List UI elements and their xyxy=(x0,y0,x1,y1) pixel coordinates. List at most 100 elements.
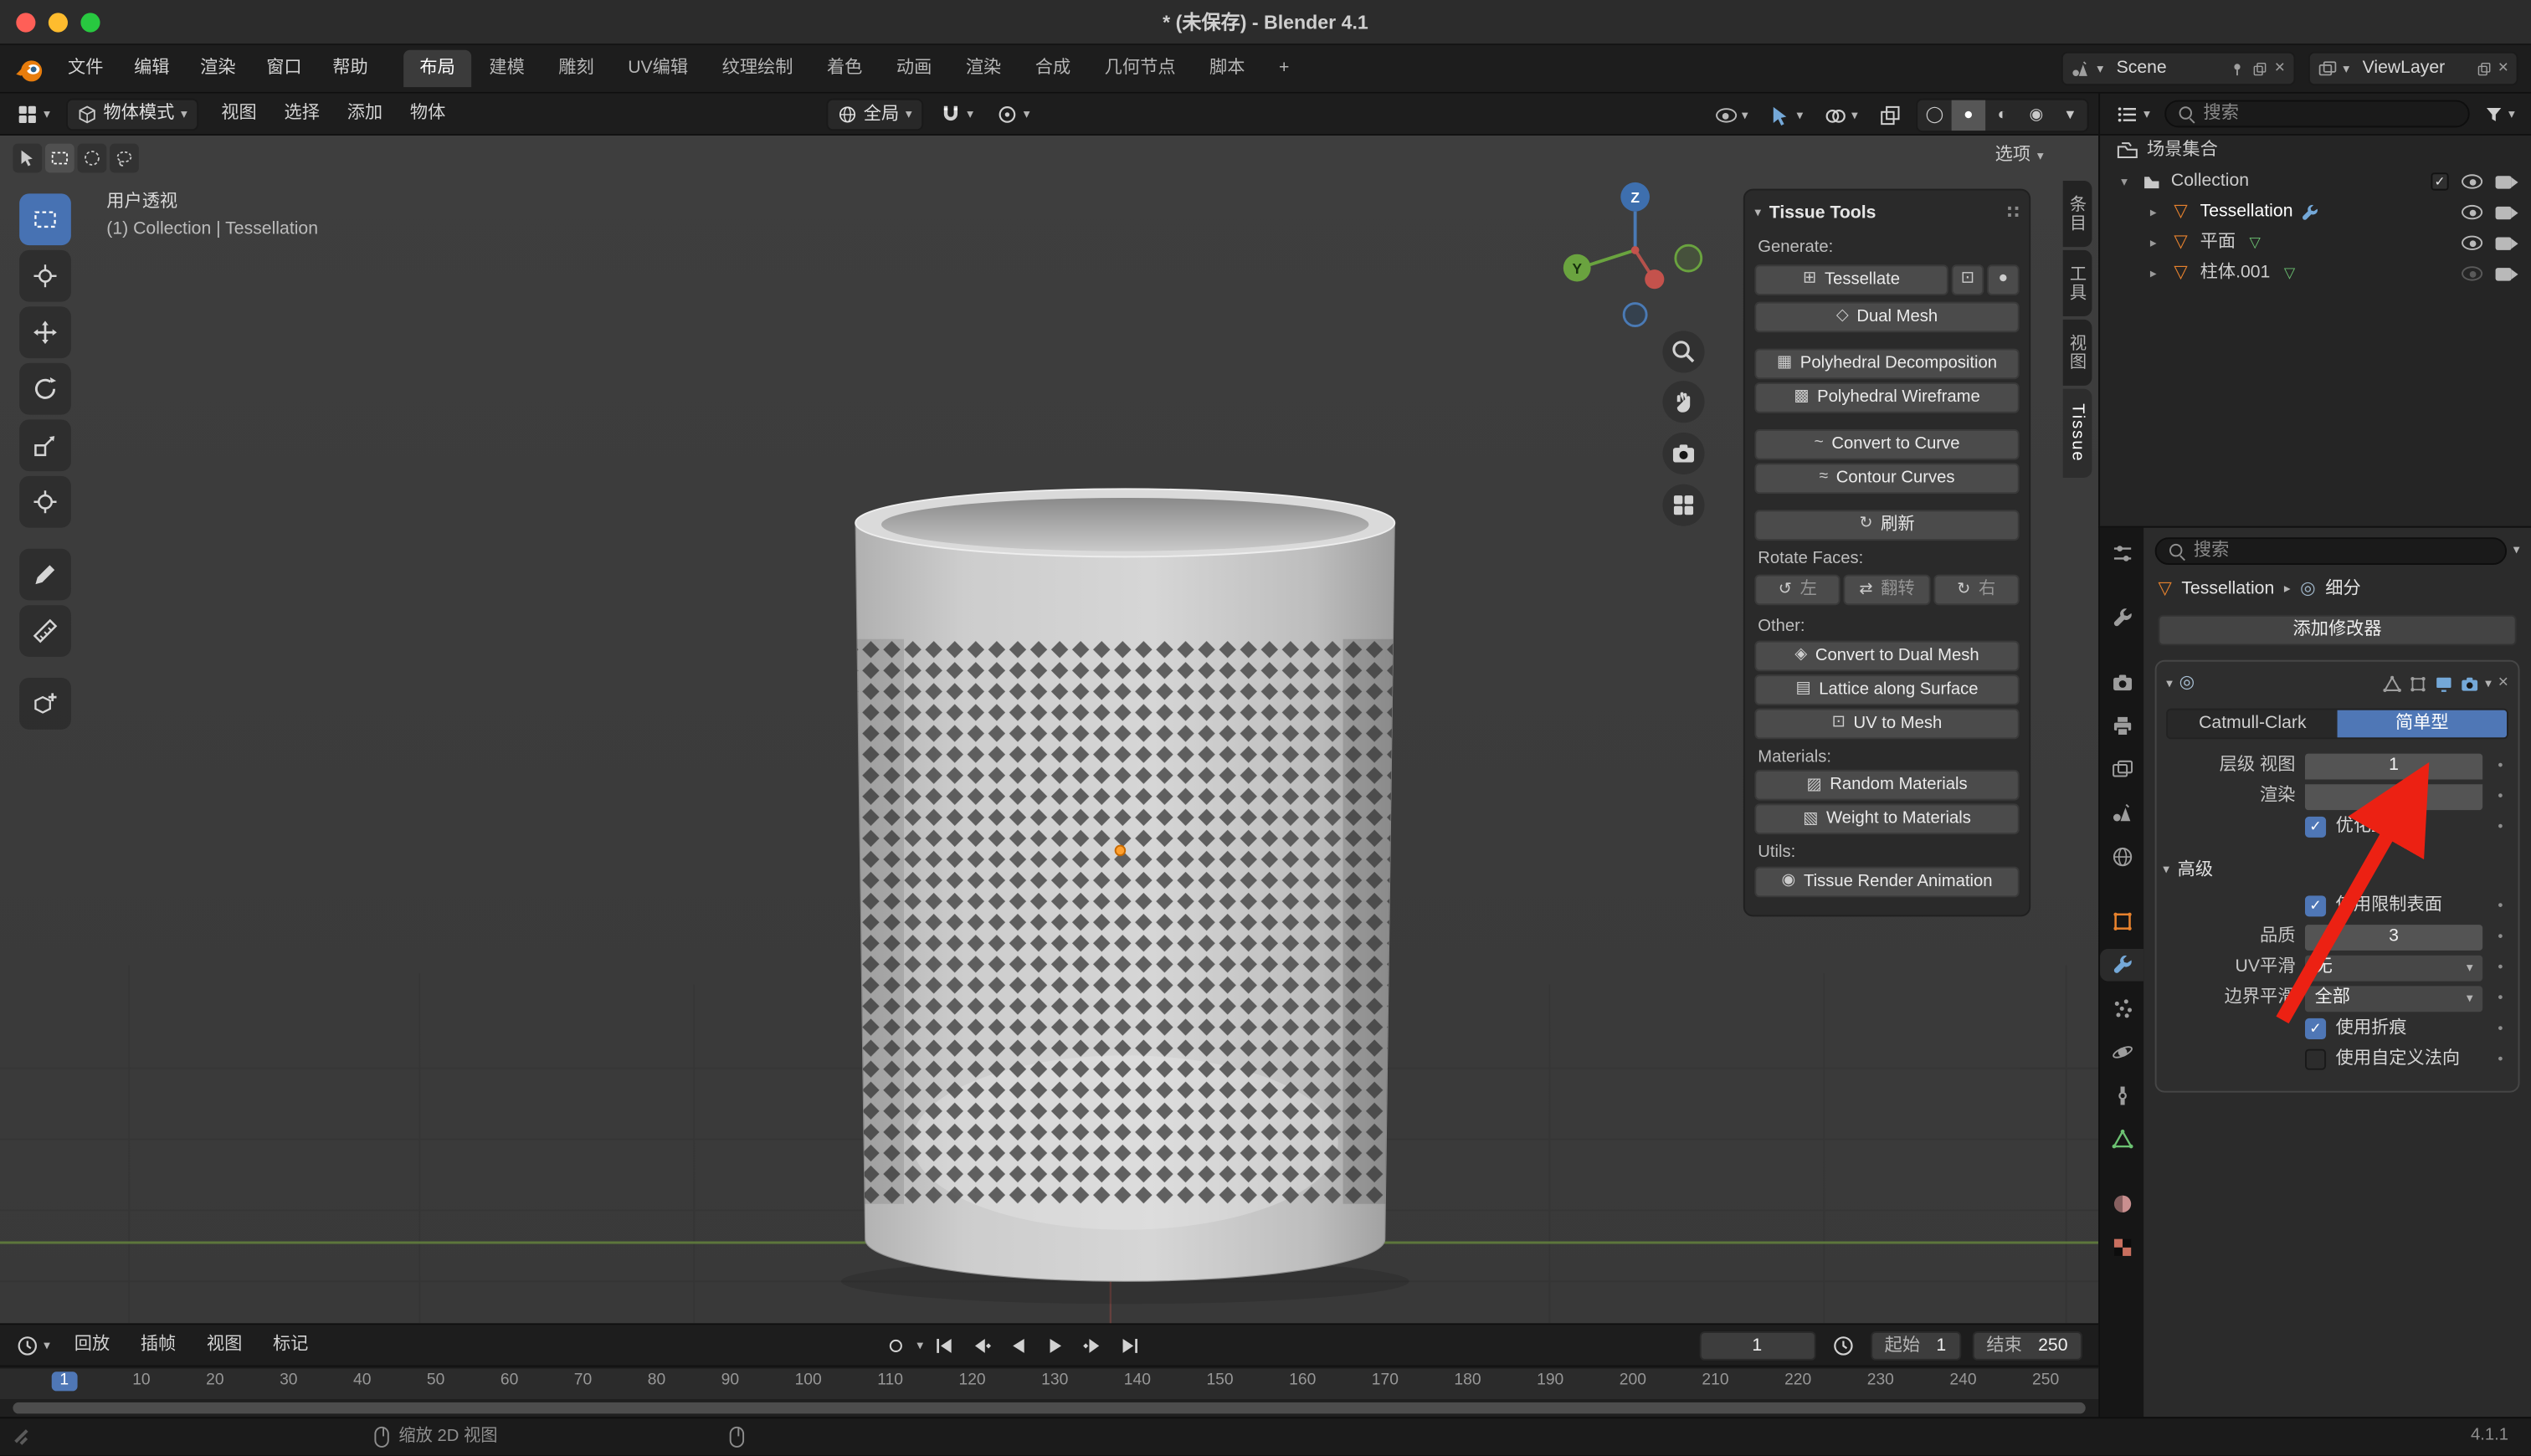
orthographic-toggle-button[interactable] xyxy=(1662,484,1704,526)
expand-icon[interactable]: ▸ xyxy=(2145,206,2161,218)
breadcrumb-object-name[interactable]: Tessellation xyxy=(2181,580,2274,597)
ruler-frame-label[interactable]: 130 xyxy=(1041,1373,1068,1391)
sidebar-tab[interactable]: 工具 xyxy=(2062,250,2092,316)
tessellated-cylinder-object[interactable] xyxy=(852,489,1398,1281)
close-window-button[interactable] xyxy=(16,13,35,32)
ruler-frame-label[interactable]: 180 xyxy=(1454,1373,1481,1391)
rotate-right-button[interactable]: ↻ 右 xyxy=(1933,575,2020,606)
ruler-frame-label[interactable]: 190 xyxy=(1537,1373,1563,1391)
sidebar-tab[interactable]: Tissue xyxy=(2062,389,2092,477)
chevron-down-icon[interactable]: ▾ xyxy=(2097,62,2103,74)
scene-selector[interactable]: ▾ Scene × xyxy=(2061,52,2295,85)
ruler-frame-label[interactable]: 250 xyxy=(2032,1373,2059,1391)
scale-tool[interactable] xyxy=(19,419,71,471)
blender-logo-icon[interactable] xyxy=(13,53,45,85)
tab-scene[interactable] xyxy=(2100,797,2143,830)
shading-solid-button[interactable]: ● xyxy=(1952,100,1986,131)
overlays-toggle[interactable]: ▾ xyxy=(1818,100,1865,132)
workspace-tab[interactable]: 脚本 xyxy=(1194,50,1261,87)
ruler-frame-label[interactable]: 140 xyxy=(1124,1373,1151,1391)
maximize-window-button[interactable] xyxy=(80,13,100,32)
viewport-menu-item[interactable]: 视图 xyxy=(208,97,270,131)
camera-visibility-icon[interactable] xyxy=(2496,236,2518,250)
copy-scene-icon[interactable] xyxy=(2252,60,2268,76)
timeline-menu-item[interactable]: 插帧 xyxy=(126,1328,190,1362)
shading-rendered-button[interactable]: ◉ xyxy=(2020,100,2054,131)
workspace-tab[interactable]: 布局 xyxy=(403,50,471,87)
viewport-3d[interactable]: ▾ 物体模式 ▾ 视图选择添加物体 全局 ▾ ▾ xyxy=(0,94,2098,1324)
outliner-row-collection[interactable]: ▾ Collection ✓ xyxy=(2100,167,2531,197)
outliner-row-scene-collection[interactable]: 场景集合 xyxy=(2100,136,2531,167)
menubar-menu-item[interactable]: 帮助 xyxy=(318,52,382,85)
gizmo-z-neg-axis[interactable] xyxy=(1624,304,1646,326)
menubar-menu-item[interactable]: 文件 xyxy=(54,52,118,85)
quality-field[interactable]: 3 xyxy=(2305,924,2482,950)
eye-icon[interactable] xyxy=(2462,236,2482,250)
remove-viewlayer-icon[interactable]: × xyxy=(2498,59,2508,77)
optimal-display-checkbox[interactable]: ✓ xyxy=(2305,817,2326,838)
workspace-tab[interactable]: + xyxy=(1263,50,1306,87)
expand-icon[interactable]: ▸ xyxy=(2145,267,2161,279)
rotate-left-button[interactable]: ↺ 左 xyxy=(1754,575,1840,606)
lasso-select-button[interactable] xyxy=(110,144,139,173)
edit-mode-toggle-icon[interactable] xyxy=(2408,674,2427,693)
workspace-tab[interactable]: 建模 xyxy=(473,50,541,87)
timeline-menu-item[interactable]: 标记 xyxy=(259,1328,323,1362)
jump-to-start-button[interactable] xyxy=(928,1331,961,1359)
previous-keyframe-button[interactable] xyxy=(965,1331,998,1359)
random-materials-button[interactable]: ▨ Random Materials xyxy=(1754,770,2019,801)
annotate-tool[interactable] xyxy=(19,549,71,601)
ruler-frame-label[interactable]: 60 xyxy=(501,1373,518,1391)
chevron-down-icon[interactable]: ▾ xyxy=(2343,62,2349,74)
simple-button[interactable]: 简单型 xyxy=(2338,710,2508,738)
eye-icon[interactable] xyxy=(2462,205,2482,219)
shading-dropdown-icon[interactable]: ▾ xyxy=(2053,100,2087,131)
tab-constraints[interactable] xyxy=(2100,1079,2143,1112)
camera-visibility-icon[interactable] xyxy=(2496,205,2518,219)
workspace-tab[interactable]: 动画 xyxy=(880,50,948,87)
ruler-frame-label[interactable]: 120 xyxy=(958,1373,985,1391)
weight-to-materials-button[interactable]: ▧ Weight to Materials xyxy=(1754,803,2019,834)
tessellate-sphere-button[interactable]: ● xyxy=(1987,264,2020,295)
chevron-down-icon[interactable]: ▾ xyxy=(1024,108,1030,120)
sidebar-tab[interactable]: 条目 xyxy=(2062,181,2092,247)
unlink-scene-icon[interactable]: × xyxy=(2275,59,2285,77)
use-creases-checkbox[interactable]: ✓ xyxy=(2305,1018,2326,1039)
circle-select-button[interactable] xyxy=(78,144,107,173)
workspace-tab[interactable]: 几何节点 xyxy=(1088,50,1191,87)
animate-dot[interactable]: • xyxy=(2492,991,2508,1005)
zoom-button[interactable] xyxy=(1662,331,1704,372)
editor-type-button[interactable]: ▾ xyxy=(10,98,57,131)
use-custom-normals-checkbox[interactable] xyxy=(2305,1049,2326,1070)
animate-dot[interactable]: • xyxy=(2492,820,2508,834)
gizmo-y-neg-axis[interactable] xyxy=(1676,245,1702,271)
workspace-tab[interactable]: UV编辑 xyxy=(612,50,704,87)
ruler-frame-label[interactable]: 50 xyxy=(427,1373,444,1391)
collapse-icon[interactable]: ▾ xyxy=(2166,677,2173,690)
menubar-menu-item[interactable]: 窗口 xyxy=(252,52,316,85)
copy-viewlayer-icon[interactable] xyxy=(2476,60,2492,76)
workspace-tab[interactable]: 纹理绘制 xyxy=(706,50,809,87)
use-preview-range-toggle[interactable] xyxy=(1826,1332,1859,1360)
viewport-menu-item[interactable]: 物体 xyxy=(397,97,458,131)
workspace-tab[interactable]: 着色 xyxy=(811,50,879,87)
viewlayer-selector[interactable]: ▾ ViewLayer × xyxy=(2308,52,2518,85)
viewport-options-button[interactable]: 选项 ▾ xyxy=(1995,146,2044,164)
tab-material[interactable] xyxy=(2100,1187,2143,1220)
transform-orientation-selector[interactable]: 全局 ▾ xyxy=(826,99,923,131)
ruler-frame-label[interactable]: 210 xyxy=(1702,1373,1728,1391)
lattice-along-surface-button[interactable]: ▤ Lattice along Surface xyxy=(1754,674,2019,705)
menubar-menu-item[interactable]: 渲染 xyxy=(186,52,250,85)
frame-start-field[interactable]: 起始 1 xyxy=(1870,1331,1960,1361)
pan-hand-button[interactable] xyxy=(1662,381,1704,423)
menubar-menu-item[interactable]: 编辑 xyxy=(120,52,184,85)
scene-name[interactable]: Scene xyxy=(2110,59,2223,77)
auto-keying-toggle[interactable] xyxy=(880,1331,912,1359)
workspace-tab[interactable]: 合成 xyxy=(1019,50,1086,87)
pin-icon[interactable] xyxy=(2230,60,2246,76)
chevron-down-icon[interactable]: ▾ xyxy=(967,108,973,120)
catmull-clark-button[interactable]: Catmull-Clark xyxy=(2168,710,2338,738)
drag-grip-icon[interactable]: ∷ xyxy=(2007,204,2020,222)
advanced-section-header[interactable]: ▾ 高级 xyxy=(2163,854,2512,886)
tessellate-component-button[interactable]: ⊡ xyxy=(1952,264,1984,295)
